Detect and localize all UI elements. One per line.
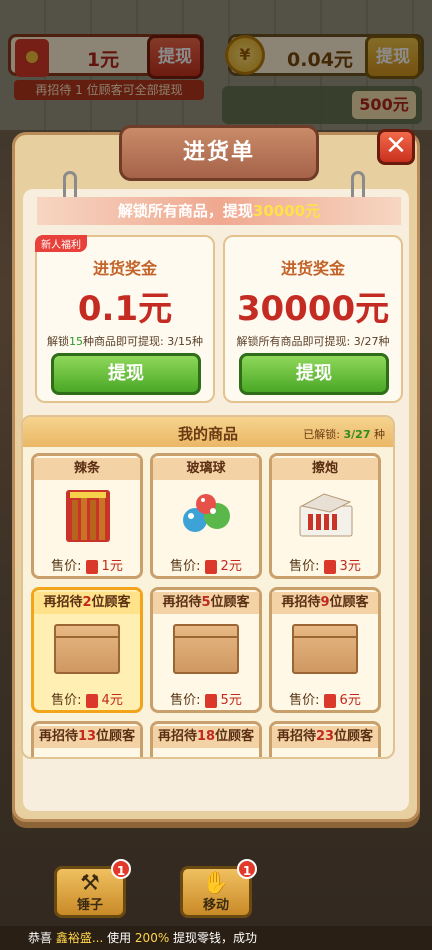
red-packet-icon bbox=[85, 693, 98, 708]
red-packet-icon bbox=[323, 693, 336, 708]
close-icon: ✕ bbox=[385, 131, 407, 161]
award-withdraw-button[interactable]: 提现 bbox=[239, 353, 389, 395]
close-button[interactable]: ✕ bbox=[377, 129, 415, 165]
firecracker-icon bbox=[299, 493, 353, 537]
goods-item-locked[interactable]: 再招待5位顾客 售价: 5元 bbox=[150, 587, 262, 713]
item-name: 再招待5位顾客 bbox=[153, 592, 259, 614]
newbie-tag: 新人福利 bbox=[35, 235, 87, 252]
box-icon bbox=[173, 758, 239, 759]
banner-amount: 30000元 bbox=[252, 202, 321, 220]
purchase-order-panel: 进货单 ✕ 解锁所有商品，提现30000元 新人福利 进货奖金 0.1元 解锁1… bbox=[12, 125, 420, 822]
item-price: 售价: 5元 bbox=[170, 693, 242, 708]
red-packet-icon bbox=[204, 559, 217, 574]
award-title: 进货奖金 bbox=[280, 259, 345, 278]
item-name: 再招待9位顾客 bbox=[272, 592, 378, 614]
goods-item-locked[interactable]: 再招待18位顾客 bbox=[150, 721, 262, 759]
item-price: 售价: 3元 bbox=[289, 559, 361, 574]
banner-text: 解锁所有商品，提现 bbox=[117, 202, 253, 220]
latiao-icon bbox=[66, 490, 110, 542]
goods-item-locked[interactable]: 再招待23位顾客 bbox=[269, 721, 381, 759]
award-card-all: 进货奖金 30000元 解锁所有商品即可提现: 3/27种 提现 bbox=[223, 235, 403, 403]
box-icon bbox=[292, 758, 358, 759]
item-price: 售价: 6元 bbox=[289, 693, 361, 708]
award-amount: 0.1元 bbox=[77, 289, 173, 329]
award-card-newbie: 新人福利 进货奖金 0.1元 解锁15种商品即可提现: 3/15种 提现 bbox=[35, 235, 215, 403]
red-packet-icon bbox=[85, 559, 98, 574]
box-icon bbox=[292, 624, 358, 674]
award-withdraw-button[interactable]: 提现 bbox=[51, 353, 201, 395]
item-name: 擦炮 bbox=[272, 458, 378, 480]
item-price: 售价: 1元 bbox=[51, 559, 123, 574]
item-price: 售价: 2元 bbox=[170, 559, 242, 574]
unlock-banner: 解锁所有商品，提现30000元 bbox=[37, 197, 401, 225]
marble-icon bbox=[183, 494, 230, 532]
item-name: 再招待23位顾客 bbox=[272, 726, 378, 748]
item-name: 再招待2位顾客 bbox=[34, 592, 140, 614]
goods-item-firecrackers[interactable]: 擦炮 售价: 3元 bbox=[269, 453, 381, 579]
box-icon bbox=[54, 758, 120, 759]
item-price: 售价: 4元 bbox=[51, 693, 123, 708]
move-badge: 1 bbox=[237, 859, 257, 879]
goods-item-locked[interactable]: 再招待9位顾客 售价: 6元 bbox=[269, 587, 381, 713]
item-name: 再招待18位顾客 bbox=[153, 726, 259, 748]
goods-item-locked[interactable]: 再招待13位顾客 bbox=[31, 721, 143, 759]
panel-title: 进货单 bbox=[119, 125, 319, 181]
award-amount: 30000元 bbox=[236, 289, 390, 329]
move-label: 移动 bbox=[202, 898, 229, 913]
item-name: 再招待13位顾客 bbox=[34, 726, 140, 748]
goods-item-marbles[interactable]: 玻璃球 售价: 2元 bbox=[150, 453, 262, 579]
hammer-badge: 1 bbox=[111, 859, 131, 879]
goods-item-latiao[interactable]: 辣条 售价: 1元 bbox=[31, 453, 143, 579]
award-progress: 解锁15种商品即可提现: 3/15种 bbox=[47, 335, 203, 348]
red-packet-icon bbox=[323, 559, 336, 574]
item-name: 辣条 bbox=[34, 458, 140, 480]
unlock-counter: 已解锁: 3/27 种 bbox=[303, 428, 385, 441]
award-title: 进货奖金 bbox=[92, 259, 157, 278]
goods-item-locked[interactable]: 再招待2位顾客 售价: 4元 bbox=[31, 587, 143, 713]
move-button[interactable]: ✋ 移动 1 bbox=[180, 859, 257, 918]
my-goods-section: 我的商品 已解锁: 3/27 种 辣条 售价:1元 玻璃球 售价:2元 擦炮 bbox=[21, 415, 395, 759]
hammer-label: 锤子 bbox=[76, 898, 103, 913]
hammer-button[interactable]: ⚒ 锤子 1 bbox=[54, 859, 131, 918]
item-name: 玻璃球 bbox=[153, 458, 259, 480]
box-icon bbox=[173, 624, 239, 674]
award-progress: 解锁所有商品即可提现: 3/27种 bbox=[236, 335, 390, 348]
box-icon bbox=[54, 624, 120, 674]
news-ticker: 恭喜 鑫裕盛... 使用 200% 提现零钱，成功 bbox=[0, 926, 432, 950]
red-packet-icon bbox=[204, 693, 217, 708]
